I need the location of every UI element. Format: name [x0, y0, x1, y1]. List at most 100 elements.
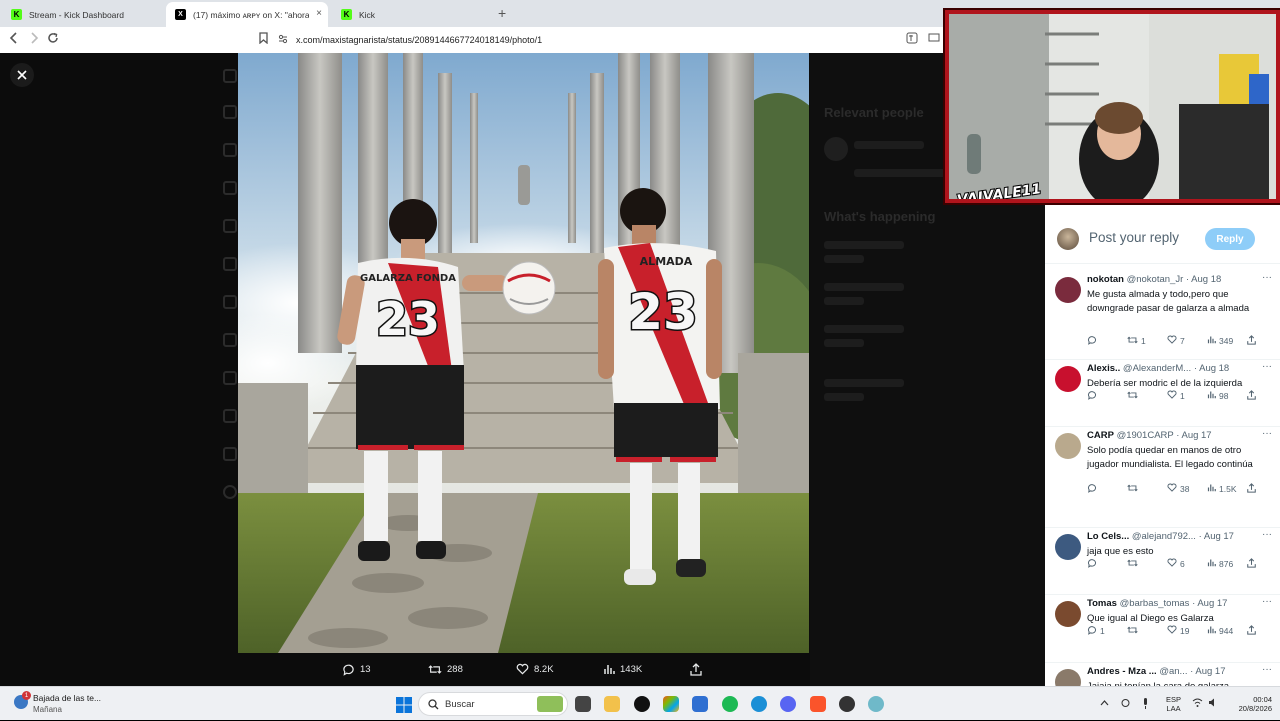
reply-date[interactable]: · Aug 17 [1192, 598, 1227, 609]
forward-icon[interactable] [29, 32, 39, 47]
reply-repost-action[interactable] [1127, 483, 1141, 495]
app-icon[interactable] [634, 696, 650, 712]
reply-author-name[interactable]: Andres - Mza ... [1087, 666, 1157, 677]
reply-date[interactable]: · Aug 18 [1194, 363, 1229, 374]
bookmark-icon[interactable] [259, 32, 268, 47]
reply-share-action[interactable] [1247, 625, 1259, 637]
obs-icon[interactable] [839, 696, 855, 712]
reply-author-handle[interactable]: @1901CARP [1117, 430, 1174, 441]
reply-date[interactable]: · Aug 18 [1186, 274, 1221, 285]
reply-author-handle[interactable]: @barbas_tomas [1120, 598, 1190, 609]
reply-share-action[interactable] [1247, 335, 1259, 347]
reply-item[interactable]: Lo Cels... @alejand792... · Aug 17 ··· jaj… [1045, 528, 1280, 595]
reply-like-action[interactable]: 1 [1167, 390, 1185, 401]
site-info-icon[interactable] [278, 34, 288, 47]
store-icon[interactable] [692, 696, 708, 712]
reply-date[interactable]: · Aug 17 [1190, 666, 1225, 677]
cast-icon[interactable] [928, 32, 940, 47]
reply-repost-action[interactable] [1127, 558, 1141, 570]
reply-share-action[interactable] [1247, 483, 1259, 495]
new-tab-button[interactable]: + [498, 5, 506, 21]
chevron-up-icon[interactable] [1100, 698, 1109, 709]
reply-author-handle[interactable]: @alejand792... [1132, 531, 1196, 542]
reply-author-handle[interactable]: @an... [1159, 666, 1187, 677]
reply-item[interactable]: Andres - Mza ... @an... · Aug 17···Jajaj… [1045, 663, 1280, 686]
reply-reply-action[interactable] [1087, 483, 1100, 495]
reply-views-action[interactable]: 1.5K [1207, 483, 1237, 494]
brave-icon[interactable] [810, 696, 826, 712]
reply-views-action[interactable]: 98 [1207, 390, 1228, 401]
post-photo[interactable]: GALARZA FONDA 23 ALMADA 23 [238, 53, 809, 653]
avatar[interactable] [1055, 534, 1081, 560]
repost-action[interactable]: 288 [428, 659, 463, 679]
reply-like-action[interactable]: 6 [1167, 558, 1185, 569]
tab-kick[interactable]: K Kick [332, 2, 492, 27]
reply-author-handle[interactable]: @AlexanderM... [1123, 363, 1191, 374]
reload-icon[interactable] [47, 32, 59, 47]
more-options-icon[interactable]: ··· [1262, 272, 1272, 283]
more-options-icon[interactable]: ··· [1262, 529, 1272, 540]
reply-author-name[interactable]: Alexis.. [1087, 363, 1120, 374]
reply-reply-action[interactable]: 1 [1087, 625, 1105, 637]
reply-like-action[interactable]: 19 [1167, 625, 1189, 636]
spotify-icon[interactable] [722, 696, 738, 712]
views-action[interactable]: 143K [603, 659, 642, 679]
url-box[interactable]: x.com/maxistagnarista/status/20891446677… [278, 30, 938, 50]
reply-views-action[interactable]: 876 [1207, 558, 1233, 569]
reply-views-action[interactable]: 944 [1207, 625, 1233, 636]
reply-input[interactable]: Post your reply [1089, 230, 1179, 245]
reply-reply-action[interactable] [1087, 558, 1100, 570]
reply-date[interactable]: · Aug 17 [1199, 531, 1234, 542]
reply-share-action[interactable] [1247, 390, 1259, 402]
avatar[interactable] [1055, 366, 1081, 392]
more-options-icon[interactable]: ··· [1262, 428, 1272, 439]
edge-icon[interactable] [751, 696, 767, 712]
clock[interactable]: 00:04 20/8/2026 [1228, 695, 1272, 713]
reply-author-name[interactable]: Lo Cels... [1087, 531, 1129, 542]
reply-button[interactable]: Reply [1205, 228, 1255, 250]
reply-repost-action[interactable] [1127, 625, 1141, 637]
wifi-icon[interactable] [1192, 698, 1203, 710]
copilot-icon[interactable] [663, 696, 679, 712]
avatar[interactable] [1055, 601, 1081, 627]
tab-x-post[interactable]: X (17) máximo ᴀʀᴘʏ on X: "ahora si × [166, 2, 328, 27]
more-options-icon[interactable]: ··· [1262, 664, 1272, 675]
reply-author-name[interactable]: CARP [1087, 430, 1114, 441]
reply-like-action[interactable]: 38 [1167, 483, 1189, 494]
reply-item[interactable]: nokotan @nokotan_Jr · Aug 18 ··· Me gusta … [1045, 271, 1280, 360]
reply-item[interactable]: CARP @1901CARP · Aug 17 ··· Solo podía que… [1045, 427, 1280, 528]
reply-repost-action[interactable]: 1 [1127, 335, 1146, 347]
reply-date[interactable]: · Aug 17 [1176, 430, 1211, 441]
reply-item[interactable]: Tomas @barbas_tomas · Aug 17 ··· Que igual… [1045, 595, 1280, 663]
reply-item[interactable]: Alexis.. @AlexanderM... · Aug 18 ··· Deber… [1045, 360, 1280, 427]
notification-widget[interactable]: 1 Bajada de las te... Mañana [14, 691, 124, 715]
close-tab-icon[interactable]: × [316, 8, 322, 19]
network-icon[interactable] [1120, 698, 1131, 710]
translate-icon[interactable] [906, 32, 918, 47]
avatar[interactable] [1055, 433, 1081, 459]
reply-views-action[interactable]: 349 [1207, 335, 1233, 346]
more-options-icon[interactable]: ··· [1262, 361, 1272, 372]
reply-share-action[interactable] [1247, 558, 1259, 570]
avatar[interactable] [1055, 277, 1081, 303]
task-view-icon[interactable] [575, 696, 591, 712]
app-icon[interactable] [868, 696, 884, 712]
back-icon[interactable] [9, 32, 19, 47]
microphone-icon[interactable] [1142, 698, 1149, 712]
taskbar-search[interactable]: Buscar [418, 692, 568, 716]
share-action[interactable] [690, 659, 707, 679]
like-action[interactable]: 8.2K [516, 659, 554, 679]
reply-reply-action[interactable] [1087, 390, 1100, 402]
reply-reply-action[interactable] [1087, 335, 1100, 347]
windows-start-icon[interactable] [396, 697, 412, 713]
reply-author-name[interactable]: Tomas [1087, 598, 1117, 609]
language-indicator[interactable]: ESP LAA [1166, 695, 1181, 713]
reply-like-action[interactable]: 7 [1167, 335, 1185, 346]
file-explorer-icon[interactable] [604, 696, 620, 712]
reply-action[interactable]: 13 [342, 659, 371, 679]
reply-repost-action[interactable] [1127, 390, 1141, 402]
close-photo-button[interactable] [10, 63, 34, 87]
tab-kick-dashboard[interactable]: K Stream - Kick Dashboard [2, 2, 162, 27]
reply-author-handle[interactable]: @nokotan_Jr [1127, 274, 1184, 285]
avatar[interactable] [1055, 669, 1081, 686]
